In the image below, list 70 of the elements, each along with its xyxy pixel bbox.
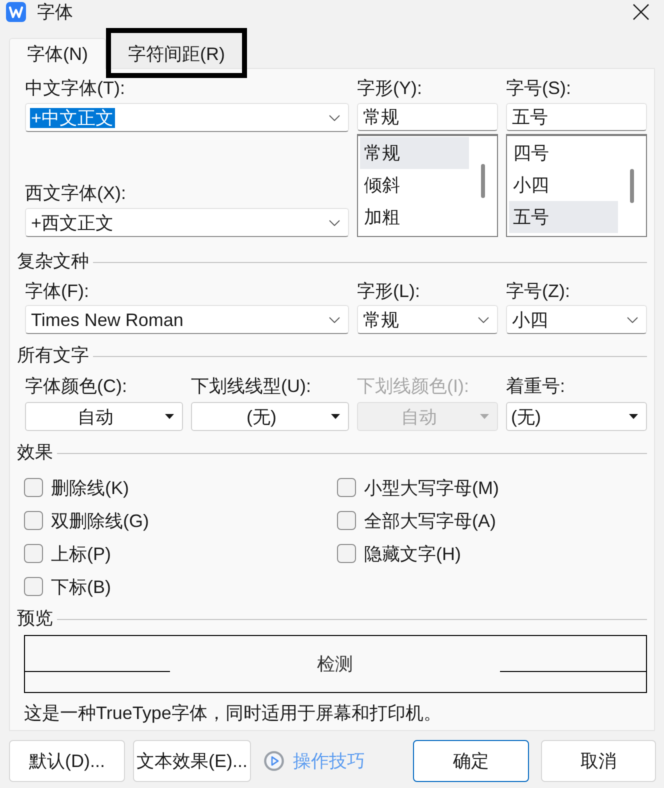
section-title: 复杂文种: [17, 251, 89, 271]
field-label: 中文字体(T):: [25, 78, 126, 98]
tab[interactable]: 字体(N): [9, 38, 106, 68]
checkbox[interactable]: [24, 511, 43, 530]
checkbox[interactable]: [24, 478, 43, 497]
window-title: 字体: [37, 2, 73, 22]
field-label: 字形(Y):: [357, 78, 423, 98]
checkbox[interactable]: [24, 544, 43, 563]
list-item[interactable]: 常规: [360, 137, 469, 169]
field-label: 西文字体(X):: [25, 183, 127, 203]
scrollbar-thumb[interactable]: [481, 164, 485, 198]
section-title: 预览: [17, 608, 53, 628]
dropdown[interactable]: 自动: [25, 402, 183, 431]
font-combo-box[interactable]: 常规: [357, 305, 498, 334]
checkbox-label[interactable]: 上标(P): [51, 544, 111, 564]
play-circle-icon: [264, 751, 284, 771]
caret-down-icon: [480, 414, 489, 419]
checkbox-label[interactable]: 删除线(K): [51, 478, 129, 498]
chevron-down-icon: [478, 316, 489, 322]
dropdown[interactable]: (无): [506, 402, 647, 431]
list-item[interactable]: 小四: [509, 169, 618, 201]
field-label: 字体(F):: [25, 281, 90, 301]
field-label: 字形(L):: [357, 281, 421, 301]
checkbox-label[interactable]: 全部大写字母(A): [364, 510, 496, 530]
font-description: 这是一种TrueType字体，同时适用于屏幕和打印机。: [24, 703, 442, 723]
preview-sample-text: 检测: [316, 653, 354, 676]
checkbox-label[interactable]: 隐藏文字(H): [364, 544, 461, 564]
field-label: 着重号:: [506, 376, 566, 396]
caret-down-icon: [331, 414, 340, 419]
font-combo-box[interactable]: +西文正文: [25, 208, 349, 237]
scrollbar-thumb[interactable]: [630, 169, 634, 203]
text-input[interactable]: 常规: [357, 103, 498, 131]
list-item[interactable]: 四号: [509, 137, 618, 169]
checkbox-label[interactable]: 双删除线(G): [51, 510, 149, 530]
dialog-button[interactable]: 默认(D)...: [9, 740, 125, 782]
checkbox-label[interactable]: 小型大写字母(M): [364, 478, 499, 498]
dialog-button[interactable]: 确定: [413, 740, 529, 782]
list-item[interactable]: 五号: [509, 201, 618, 233]
checkbox[interactable]: [24, 577, 43, 596]
tab[interactable]: 字符间距(R): [111, 33, 242, 68]
option-list[interactable]: 常规 倾斜 加粗: [357, 134, 498, 237]
dialog-button[interactable]: 文本效果(E)...: [133, 740, 251, 782]
font-combo-box[interactable]: +中文正文: [25, 103, 349, 132]
list-item[interactable]: 加粗: [360, 201, 469, 233]
list-item[interactable]: 倾斜: [360, 169, 469, 201]
dropdown[interactable]: (无): [191, 402, 349, 431]
chevron-down-icon: [329, 220, 340, 226]
section-title: 效果: [17, 442, 53, 462]
field-label: 下划线线型(U):: [191, 376, 312, 396]
font-combo-box[interactable]: Times New Roman: [25, 305, 349, 334]
font-combo-box[interactable]: 小四: [506, 305, 647, 334]
field-label: 字号(S):: [506, 78, 572, 98]
app-logo-icon: [6, 2, 26, 22]
dialog-button[interactable]: 取消: [541, 740, 656, 782]
text-input[interactable]: 五号: [506, 103, 647, 131]
field-label: 字号(Z):: [506, 281, 571, 301]
chevron-down-icon: [329, 316, 340, 322]
caret-down-icon: [629, 414, 638, 419]
chevron-down-icon: [329, 114, 340, 120]
section-title: 所有文字: [17, 345, 89, 365]
checkbox[interactable]: [337, 544, 356, 563]
checkbox[interactable]: [337, 511, 356, 530]
checkbox-label[interactable]: 下标(B): [51, 576, 111, 596]
field-label: 下划线颜色(I):: [357, 376, 470, 396]
checkbox[interactable]: [337, 478, 356, 497]
close-icon[interactable]: [633, 4, 649, 20]
field-label: 字体颜色(C):: [25, 376, 128, 396]
chevron-down-icon: [627, 316, 638, 322]
option-list[interactable]: 四号 小四 五号: [506, 134, 647, 237]
caret-down-icon: [165, 414, 174, 419]
